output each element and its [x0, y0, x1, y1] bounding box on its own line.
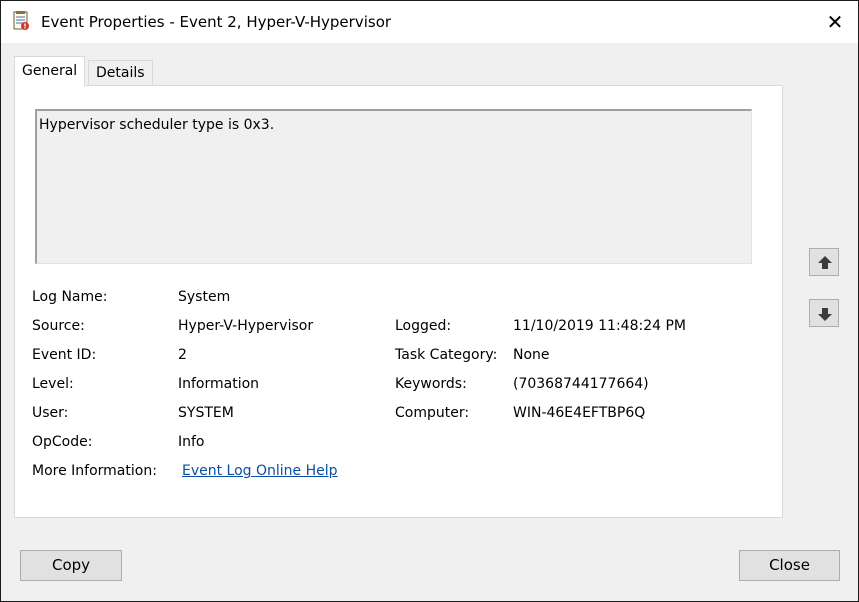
event-message-box[interactable]: Hypervisor scheduler type is 0x3.	[35, 109, 752, 264]
close-button-label: Close	[769, 556, 810, 574]
logged-value[interactable]: 11/10/2019 11:48:24 PM	[513, 317, 686, 335]
level-label: Level:	[32, 376, 74, 392]
computer-value[interactable]: WIN-46E4EFTBP6Q	[513, 404, 645, 422]
log-name-value[interactable]: System	[178, 288, 230, 306]
user-value[interactable]: SYSTEM	[178, 404, 234, 422]
opcode-value[interactable]: Info	[178, 433, 205, 451]
copy-button-label: Copy	[51, 556, 91, 574]
keywords-label: Keywords:	[395, 376, 467, 392]
tab-details-label: Details	[96, 65, 145, 81]
source-value[interactable]: Hyper-V-Hypervisor	[178, 317, 313, 335]
event-message-text: Hypervisor scheduler type is 0x3.	[39, 117, 275, 133]
computer-label: Computer:	[395, 405, 470, 421]
level-value[interactable]: Information	[178, 375, 259, 393]
tab-general-label: General	[22, 63, 78, 79]
arrow-down-icon	[818, 308, 832, 321]
general-tab-panel: Hypervisor scheduler type is 0x3. Log Na…	[14, 85, 783, 518]
window-title: Event Properties - Event 2, Hyper-V-Hype…	[41, 13, 392, 31]
task-category-label: Task Category:	[395, 347, 498, 363]
close-icon: ✕	[826, 10, 844, 34]
event-id-label: Event ID:	[32, 347, 97, 363]
arrow-up-icon	[818, 256, 832, 269]
event-log-icon	[13, 11, 31, 31]
next-event-button[interactable]	[809, 299, 839, 327]
tab-details[interactable]: Details	[88, 60, 153, 86]
keywords-value[interactable]: (70368744177664)	[513, 375, 649, 393]
previous-event-button[interactable]	[809, 248, 839, 276]
event-properties-window: Event Properties - Event 2, Hyper-V-Hype…	[0, 0, 859, 602]
window-close-button[interactable]: ✕	[812, 1, 858, 43]
log-name-label: Log Name:	[32, 289, 108, 305]
opcode-label: OpCode:	[32, 434, 93, 450]
title-bar: Event Properties - Event 2, Hyper-V-Hype…	[1, 1, 858, 43]
event-log-online-help-link[interactable]: Event Log Online Help	[182, 462, 338, 480]
source-label: Source:	[32, 318, 85, 334]
more-information-label: More Information:	[32, 463, 157, 479]
event-id-value[interactable]: 2	[178, 346, 187, 364]
user-label: User:	[32, 405, 69, 421]
task-category-value[interactable]: None	[513, 346, 550, 364]
close-button[interactable]: Close	[739, 550, 840, 581]
tab-general[interactable]: General	[14, 56, 86, 86]
logged-label: Logged:	[395, 318, 452, 334]
copy-button[interactable]: Copy	[20, 550, 122, 581]
